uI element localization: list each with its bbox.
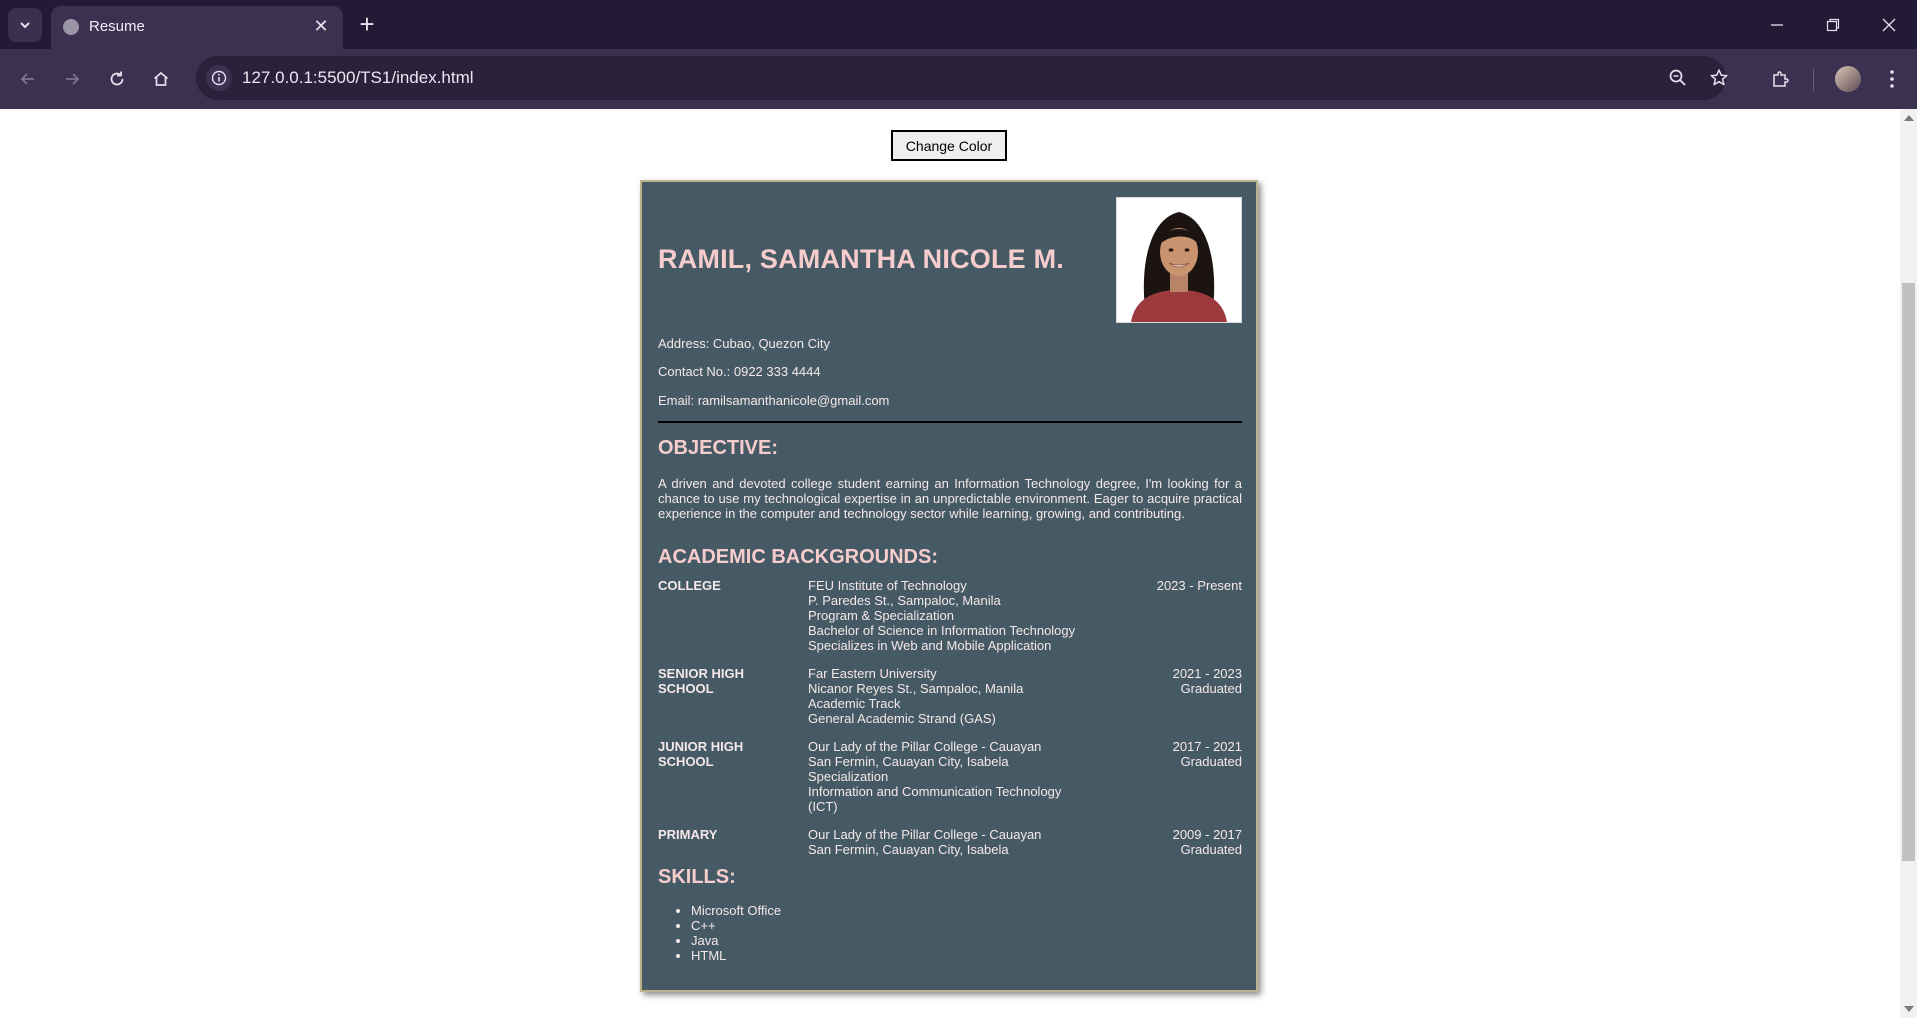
education-details: Our Lady of the Pillar College - Cauayan… (808, 827, 1098, 857)
education-date-line: 2021 - 2023 (1172, 666, 1242, 681)
skills-list: Microsoft Office C++ Java HTML (658, 903, 781, 963)
tab-title: Resume (89, 18, 145, 35)
site-info-icon[interactable] (206, 65, 232, 91)
scroll-down-arrow-icon[interactable] (1904, 1006, 1914, 1012)
skill-item: HTML (691, 948, 781, 963)
education-detail-line: Our Lady of the Pillar College - Cauayan (808, 739, 1042, 754)
education-date: 2017 - 2021 Graduated (1092, 739, 1242, 769)
education-date-line: Graduated (1180, 681, 1242, 696)
minimize-icon (1771, 23, 1783, 26)
education-detail-line: Bachelor of Science in Information Techn… (808, 623, 1076, 638)
new-tab-button[interactable]: + (352, 10, 382, 40)
close-icon (1882, 18, 1896, 31)
chevron-down-icon (20, 22, 30, 29)
restore-icon (1826, 18, 1840, 31)
education-level: JUNIOR HIGH SCHOOL (658, 739, 744, 769)
tab-search-button[interactable] (8, 8, 42, 42)
education-date: 2009 - 2017 Graduated (1092, 827, 1242, 857)
education-details: Far Eastern University Nicanor Reyes St.… (808, 666, 1098, 726)
reload-icon (110, 71, 124, 86)
minimize-button[interactable] (1749, 0, 1805, 49)
education-detail-line: General Academic Strand (GAS) (808, 711, 996, 726)
education-detail-line: Information and Communication Technology (808, 784, 1062, 799)
kebab-menu-icon (1890, 70, 1894, 88)
avatar (1835, 66, 1861, 92)
browser-toolbar: 127.0.0.1:5500/TS1/index.html (0, 49, 1917, 109)
education-detail-line: Specializes in Web and Mobile Applicatio… (808, 638, 1052, 653)
forward-button[interactable] (56, 63, 88, 95)
scrollbar-thumb[interactable] (1902, 283, 1915, 861)
bookmark-star-icon[interactable] (1707, 66, 1731, 90)
profile-button[interactable] (1832, 63, 1864, 95)
education-details: Our Lady of the Pillar College - Cauayan… (808, 739, 1098, 814)
extensions-button[interactable] (1764, 63, 1796, 95)
education-detail-line: FEU Institute of Technology (808, 578, 967, 593)
zoom-icon[interactable] (1666, 66, 1690, 90)
tab-strip: Resume ✕ + (0, 0, 1917, 49)
education-detail-line: Nicanor Reyes St., Sampaloc, Manila (808, 681, 1024, 696)
email-text: Email: ramilsamanthanicole@gmail.com (658, 393, 890, 408)
objective-heading: OBJECTIVE: (658, 437, 779, 459)
home-icon (153, 71, 169, 86)
page-scrollbar[interactable] (1900, 109, 1917, 1018)
change-color-button[interactable]: Change Color (891, 130, 1007, 161)
resume-name: RAMIL, SAMANTHA NICOLE M. (658, 244, 1064, 274)
page-viewport: Change Color RAMIL, SAMANTHA NICOLE M. A… (0, 109, 1900, 1018)
education-detail-line: San Fermin, Cauayan City, Isabela (808, 754, 1009, 769)
address-text: Address: Cubao, Quezon City (658, 336, 830, 351)
url-text: 127.0.0.1:5500/TS1/index.html (242, 68, 474, 87)
education-date-line: Graduated (1180, 754, 1242, 769)
scroll-up-arrow-icon[interactable] (1904, 115, 1914, 121)
academic-heading: ACADEMIC BACKGROUNDS: (658, 546, 938, 568)
education-detail-line: Academic Track (808, 696, 901, 711)
close-window-button[interactable] (1861, 0, 1917, 49)
education-level: SENIOR HIGH SCHOOL (658, 666, 744, 696)
browser-menu-button[interactable] (1876, 63, 1908, 95)
forward-arrow-icon (66, 73, 80, 85)
tab-resume[interactable]: Resume ✕ (51, 6, 343, 49)
objective-paragraph: A driven and devoted college student ear… (658, 476, 1242, 521)
contact-number-text: Contact No.: 0922 333 4444 (658, 364, 821, 379)
resume-card: RAMIL, SAMANTHA NICOLE M. Address: Cubao… (640, 180, 1258, 992)
education-date: 2023 - Present (1092, 578, 1242, 593)
skills-heading: SKILLS: (658, 866, 736, 888)
address-bar[interactable]: 127.0.0.1:5500/TS1/index.html (196, 56, 1728, 100)
education-detail-line: P. Paredes St., Sampaloc, Manila (808, 593, 1001, 608)
skill-item: Java (691, 933, 781, 948)
education-details: FEU Institute of Technology P. Paredes S… (808, 578, 1098, 653)
education-detail-line: San Fermin, Cauayan City, Isabela (808, 842, 1009, 857)
education-detail-line: Program & Specialization (808, 608, 954, 623)
education-date: 2021 - 2023 Graduated (1092, 666, 1242, 696)
home-button[interactable] (145, 63, 177, 95)
education-detail-line: Specialization (808, 769, 889, 784)
globe-icon (63, 19, 79, 35)
section-divider (658, 421, 1242, 423)
education-detail-line: Far Eastern University (808, 666, 937, 681)
education-date-line: 2017 - 2021 (1172, 739, 1242, 754)
profile-photo (1116, 197, 1242, 323)
education-detail-line: Our Lady of the Pillar College - Cauayan (808, 827, 1042, 842)
back-button[interactable] (12, 63, 44, 95)
toolbar-divider (1813, 69, 1814, 91)
skill-item: Microsoft Office (691, 903, 781, 918)
education-date-line: Graduated (1180, 842, 1242, 857)
education-detail-line: (ICT) (808, 799, 838, 814)
close-tab-icon[interactable]: ✕ (309, 14, 333, 38)
education-level: COLLEGE (658, 578, 721, 593)
education-date-line: 2009 - 2017 (1172, 827, 1242, 842)
puzzle-icon (1773, 71, 1789, 87)
restore-button[interactable] (1805, 0, 1861, 49)
skill-item: C++ (691, 918, 781, 933)
back-arrow-icon (20, 73, 34, 85)
education-date-line: 2023 - Present (1156, 578, 1242, 593)
reload-button[interactable] (101, 63, 133, 95)
education-level: PRIMARY (658, 827, 718, 842)
